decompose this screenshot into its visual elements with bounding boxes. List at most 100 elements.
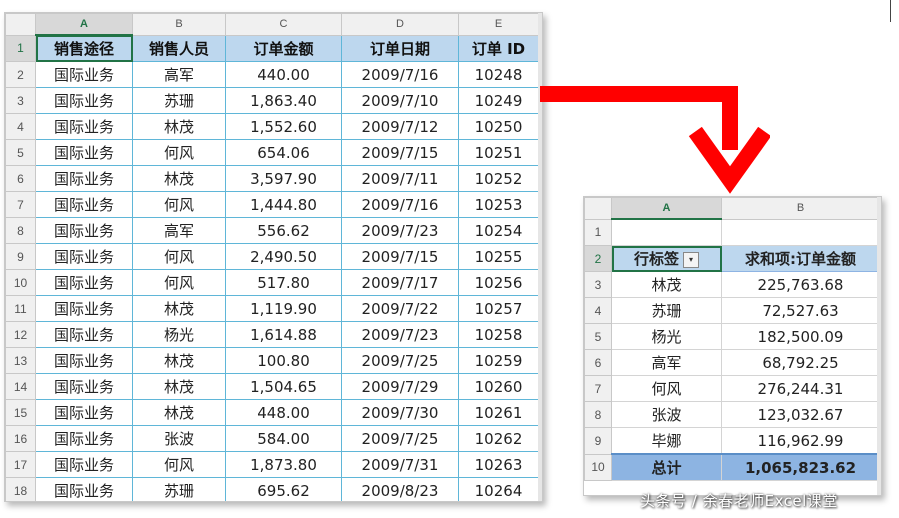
row-header[interactable]: 14: [5, 373, 36, 400]
pivot-row-header[interactable]: 5: [584, 323, 612, 350]
row-header[interactable]: 15: [5, 399, 36, 426]
cell-salesperson[interactable]: 林茂: [132, 113, 226, 140]
cell-channel[interactable]: 国际业务: [35, 347, 133, 374]
cell-amount[interactable]: 100.80: [225, 347, 342, 374]
cell-channel[interactable]: 国际业务: [35, 87, 133, 114]
pivot-salesperson[interactable]: 苏珊: [611, 297, 722, 324]
sum-amount-header[interactable]: 求和项:订单金额: [721, 245, 880, 272]
header-cell-order-id[interactable]: 订单 ID: [458, 34, 539, 62]
pivot-salesperson[interactable]: 林茂: [611, 271, 722, 298]
cell-salesperson[interactable]: 高军: [132, 217, 226, 244]
row-header[interactable]: 7: [5, 191, 36, 218]
pivot-sum[interactable]: 72,527.63: [721, 297, 880, 324]
row-header[interactable]: 8: [5, 217, 36, 244]
cell-date[interactable]: 2009/7/25: [341, 425, 459, 452]
cell-order-id[interactable]: 10253: [458, 191, 539, 218]
cell-salesperson[interactable]: 林茂: [132, 165, 226, 192]
cell-amount[interactable]: 654.06: [225, 139, 342, 166]
cell-order-id[interactable]: 10259: [458, 347, 539, 374]
cell-amount[interactable]: 517.80: [225, 269, 342, 296]
cell-amount[interactable]: 3,597.90: [225, 165, 342, 192]
pivot-sum[interactable]: 182,500.09: [721, 323, 880, 350]
cell-order-id[interactable]: 10262: [458, 425, 539, 452]
pivot-sum[interactable]: 276,244.31: [721, 375, 880, 402]
pivot-row-header[interactable]: 3: [584, 271, 612, 298]
cell-amount[interactable]: 695.62: [225, 477, 342, 501]
header-cell-channel[interactable]: 销售途径: [35, 34, 133, 62]
cell-date[interactable]: 2009/7/23: [341, 321, 459, 348]
pivot-sum[interactable]: 68,792.25: [721, 349, 880, 376]
row-header[interactable]: 11: [5, 295, 36, 322]
pivot-row-header-2[interactable]: 2: [584, 245, 612, 272]
row-header[interactable]: 17: [5, 451, 36, 478]
cell-date[interactable]: 2009/7/15: [341, 139, 459, 166]
pivot-sum[interactable]: 116,962.99: [721, 427, 880, 455]
row-header[interactable]: 13: [5, 347, 36, 374]
cell-date[interactable]: 2009/7/23: [341, 217, 459, 244]
cell-amount[interactable]: 2,490.50: [225, 243, 342, 270]
row-header[interactable]: 3: [5, 87, 36, 114]
row-header[interactable]: 10: [5, 269, 36, 296]
cell-order-id[interactable]: 10254: [458, 217, 539, 244]
cell-salesperson[interactable]: 张波: [132, 425, 226, 452]
cell-channel[interactable]: 国际业务: [35, 295, 133, 322]
cell-order-id[interactable]: 10264: [458, 477, 539, 501]
cell-salesperson[interactable]: 杨光: [132, 321, 226, 348]
cell-salesperson[interactable]: 何风: [132, 451, 226, 478]
cell-date[interactable]: 2009/7/17: [341, 269, 459, 296]
cell-date[interactable]: 2009/7/10: [341, 87, 459, 114]
row-header[interactable]: 12: [5, 321, 36, 348]
cell-amount[interactable]: 1,504.65: [225, 373, 342, 400]
row-header-1[interactable]: 1: [5, 34, 36, 62]
header-cell-salesperson[interactable]: 销售人员: [132, 34, 226, 62]
cell-order-id[interactable]: 10249: [458, 87, 539, 114]
cell-date[interactable]: 2009/7/11: [341, 165, 459, 192]
cell-date[interactable]: 2009/7/15: [341, 243, 459, 270]
cell-salesperson[interactable]: 林茂: [132, 399, 226, 426]
cell-date[interactable]: 2009/7/25: [341, 347, 459, 374]
pivot-select-all-corner[interactable]: [584, 197, 612, 220]
cell-channel[interactable]: 国际业务: [35, 243, 133, 270]
pivot-salesperson[interactable]: 高军: [611, 349, 722, 376]
cell-channel[interactable]: 国际业务: [35, 451, 133, 478]
cell-order-id[interactable]: 10263: [458, 451, 539, 478]
cell-salesperson[interactable]: 何风: [132, 191, 226, 218]
filter-dropdown-icon[interactable]: ▾: [683, 251, 699, 268]
pivot-row-header[interactable]: 6: [584, 349, 612, 376]
pivot-salesperson[interactable]: 杨光: [611, 323, 722, 350]
cell-channel[interactable]: 国际业务: [35, 191, 133, 218]
cell-amount[interactable]: 1,444.80: [225, 191, 342, 218]
cell-salesperson[interactable]: 何风: [132, 139, 226, 166]
cell-salesperson[interactable]: 何风: [132, 269, 226, 296]
cell-amount[interactable]: 440.00: [225, 61, 342, 88]
row-header[interactable]: 2: [5, 61, 36, 88]
cell-salesperson[interactable]: 林茂: [132, 295, 226, 322]
cell-order-id[interactable]: 10256: [458, 269, 539, 296]
cell-channel[interactable]: 国际业务: [35, 373, 133, 400]
column-header-d[interactable]: D: [341, 13, 459, 36]
cell-channel[interactable]: 国际业务: [35, 477, 133, 501]
cell-date[interactable]: 2009/7/30: [341, 399, 459, 426]
pivot-row-header-1[interactable]: 1: [584, 218, 612, 246]
pivot-salesperson[interactable]: 何风: [611, 375, 722, 402]
cell-date[interactable]: 2009/7/16: [341, 191, 459, 218]
cell-order-id[interactable]: 10261: [458, 399, 539, 426]
pivot-row-header[interactable]: 9: [584, 427, 612, 455]
pivot-row-header[interactable]: 4: [584, 297, 612, 324]
cell-order-id[interactable]: 10255: [458, 243, 539, 270]
cell-salesperson[interactable]: 何风: [132, 243, 226, 270]
cell-salesperson[interactable]: 苏珊: [132, 477, 226, 501]
pivot-row-header[interactable]: 8: [584, 401, 612, 428]
cell-salesperson[interactable]: 林茂: [132, 373, 226, 400]
cell-channel[interactable]: 国际业务: [35, 113, 133, 140]
column-header-e[interactable]: E: [458, 13, 539, 36]
cell-order-id[interactable]: 10248: [458, 61, 539, 88]
cell-channel[interactable]: 国际业务: [35, 165, 133, 192]
row-labels-header[interactable]: 行标签 ▾: [611, 245, 722, 272]
pivot-column-header-b[interactable]: B: [721, 197, 880, 220]
grand-total-value[interactable]: 1,065,823.62: [721, 453, 880, 481]
cell-channel[interactable]: 国际业务: [35, 217, 133, 244]
column-header-b[interactable]: B: [132, 13, 226, 36]
cell-order-id[interactable]: 10252: [458, 165, 539, 192]
pivot-sum[interactable]: 225,763.68: [721, 271, 880, 298]
